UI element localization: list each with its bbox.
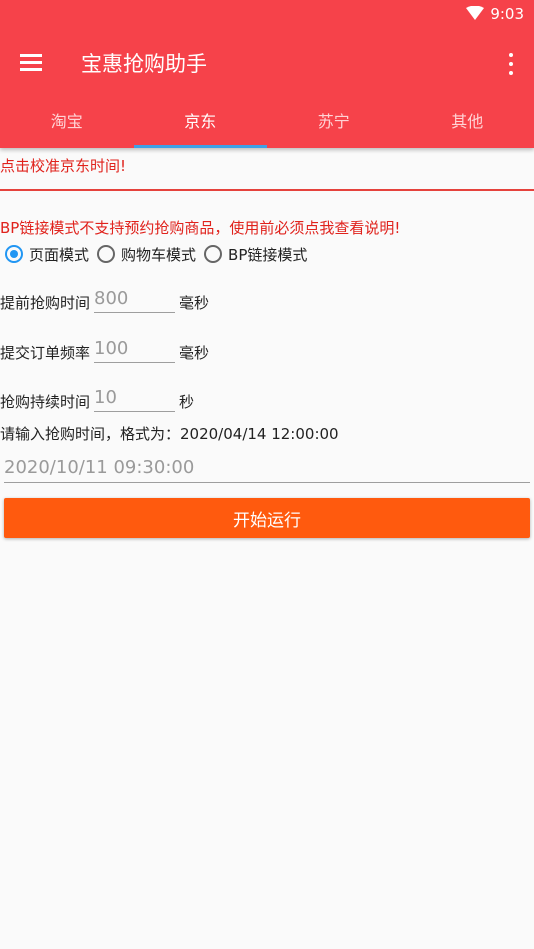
mode-bp-link[interactable]: BP链接模式	[204, 244, 307, 265]
bp-mode-notice-link[interactable]: BP链接模式不支持预约抢购商品，使用前必须点我查看说明!	[0, 217, 400, 238]
status-bar: 9:03	[0, 0, 534, 28]
advance-time-input[interactable]	[94, 284, 176, 313]
duration-unit: 秒	[179, 393, 195, 411]
tab-taobao[interactable]: 淘宝	[0, 100, 134, 148]
submit-frequency-input[interactable]	[94, 334, 176, 363]
mode-radio-group: 页面模式 购物车模式 BP链接模式	[5, 242, 315, 266]
calibrate-time-link[interactable]: 点击校准京东时间!	[0, 155, 126, 176]
time-format-hint: 请输入抢购时间，格式为：2020/04/14 12:00:00	[0, 425, 339, 443]
radio-checked-icon[interactable]	[5, 245, 23, 263]
mode-label: 页面模式	[29, 245, 90, 264]
advance-time-row: 提前抢购时间 毫秒	[0, 284, 209, 313]
more-vert-icon[interactable]	[508, 53, 514, 75]
tab-jingdong[interactable]: 京东	[133, 100, 268, 148]
purchase-time-input[interactable]	[4, 453, 530, 483]
mode-cart[interactable]: 购物车模式	[97, 244, 196, 265]
tab-other[interactable]: 其他	[401, 100, 534, 148]
duration-row: 抢购持续时间 秒	[0, 383, 194, 412]
radio-unchecked-icon[interactable]	[97, 245, 116, 263]
submit-frequency-row: 提交订单频率 毫秒	[0, 334, 209, 363]
duration-label: 抢购持续时间	[0, 393, 91, 411]
start-button[interactable]: 开始运行	[4, 498, 530, 538]
app-bar: 9:03 宝惠抢购助手 淘宝 京东 苏宁 其他	[0, 0, 534, 148]
tab-suning[interactable]: 苏宁	[267, 100, 401, 148]
mode-page[interactable]: 页面模式	[5, 244, 89, 265]
toolbar: 宝惠抢购助手	[0, 36, 534, 92]
tab-bar: 淘宝 京东 苏宁 其他	[0, 100, 534, 148]
wifi-icon	[466, 5, 485, 24]
duration-input[interactable]	[94, 383, 176, 412]
mode-label: 购物车模式	[121, 245, 197, 264]
status-right: 9:03	[466, 4, 524, 24]
menu-icon[interactable]	[20, 53, 42, 71]
advance-time-label: 提前抢购时间	[0, 294, 91, 312]
app-title: 宝惠抢购助手	[81, 52, 207, 76]
submit-frequency-label: 提交订单频率	[0, 344, 91, 362]
mode-label: BP链接模式	[228, 245, 308, 264]
advance-time-unit: 毫秒	[179, 294, 210, 312]
submit-frequency-unit: 毫秒	[179, 344, 210, 362]
divider	[0, 189, 534, 191]
status-time: 9:03	[490, 5, 524, 23]
radio-unchecked-icon[interactable]	[204, 245, 223, 263]
